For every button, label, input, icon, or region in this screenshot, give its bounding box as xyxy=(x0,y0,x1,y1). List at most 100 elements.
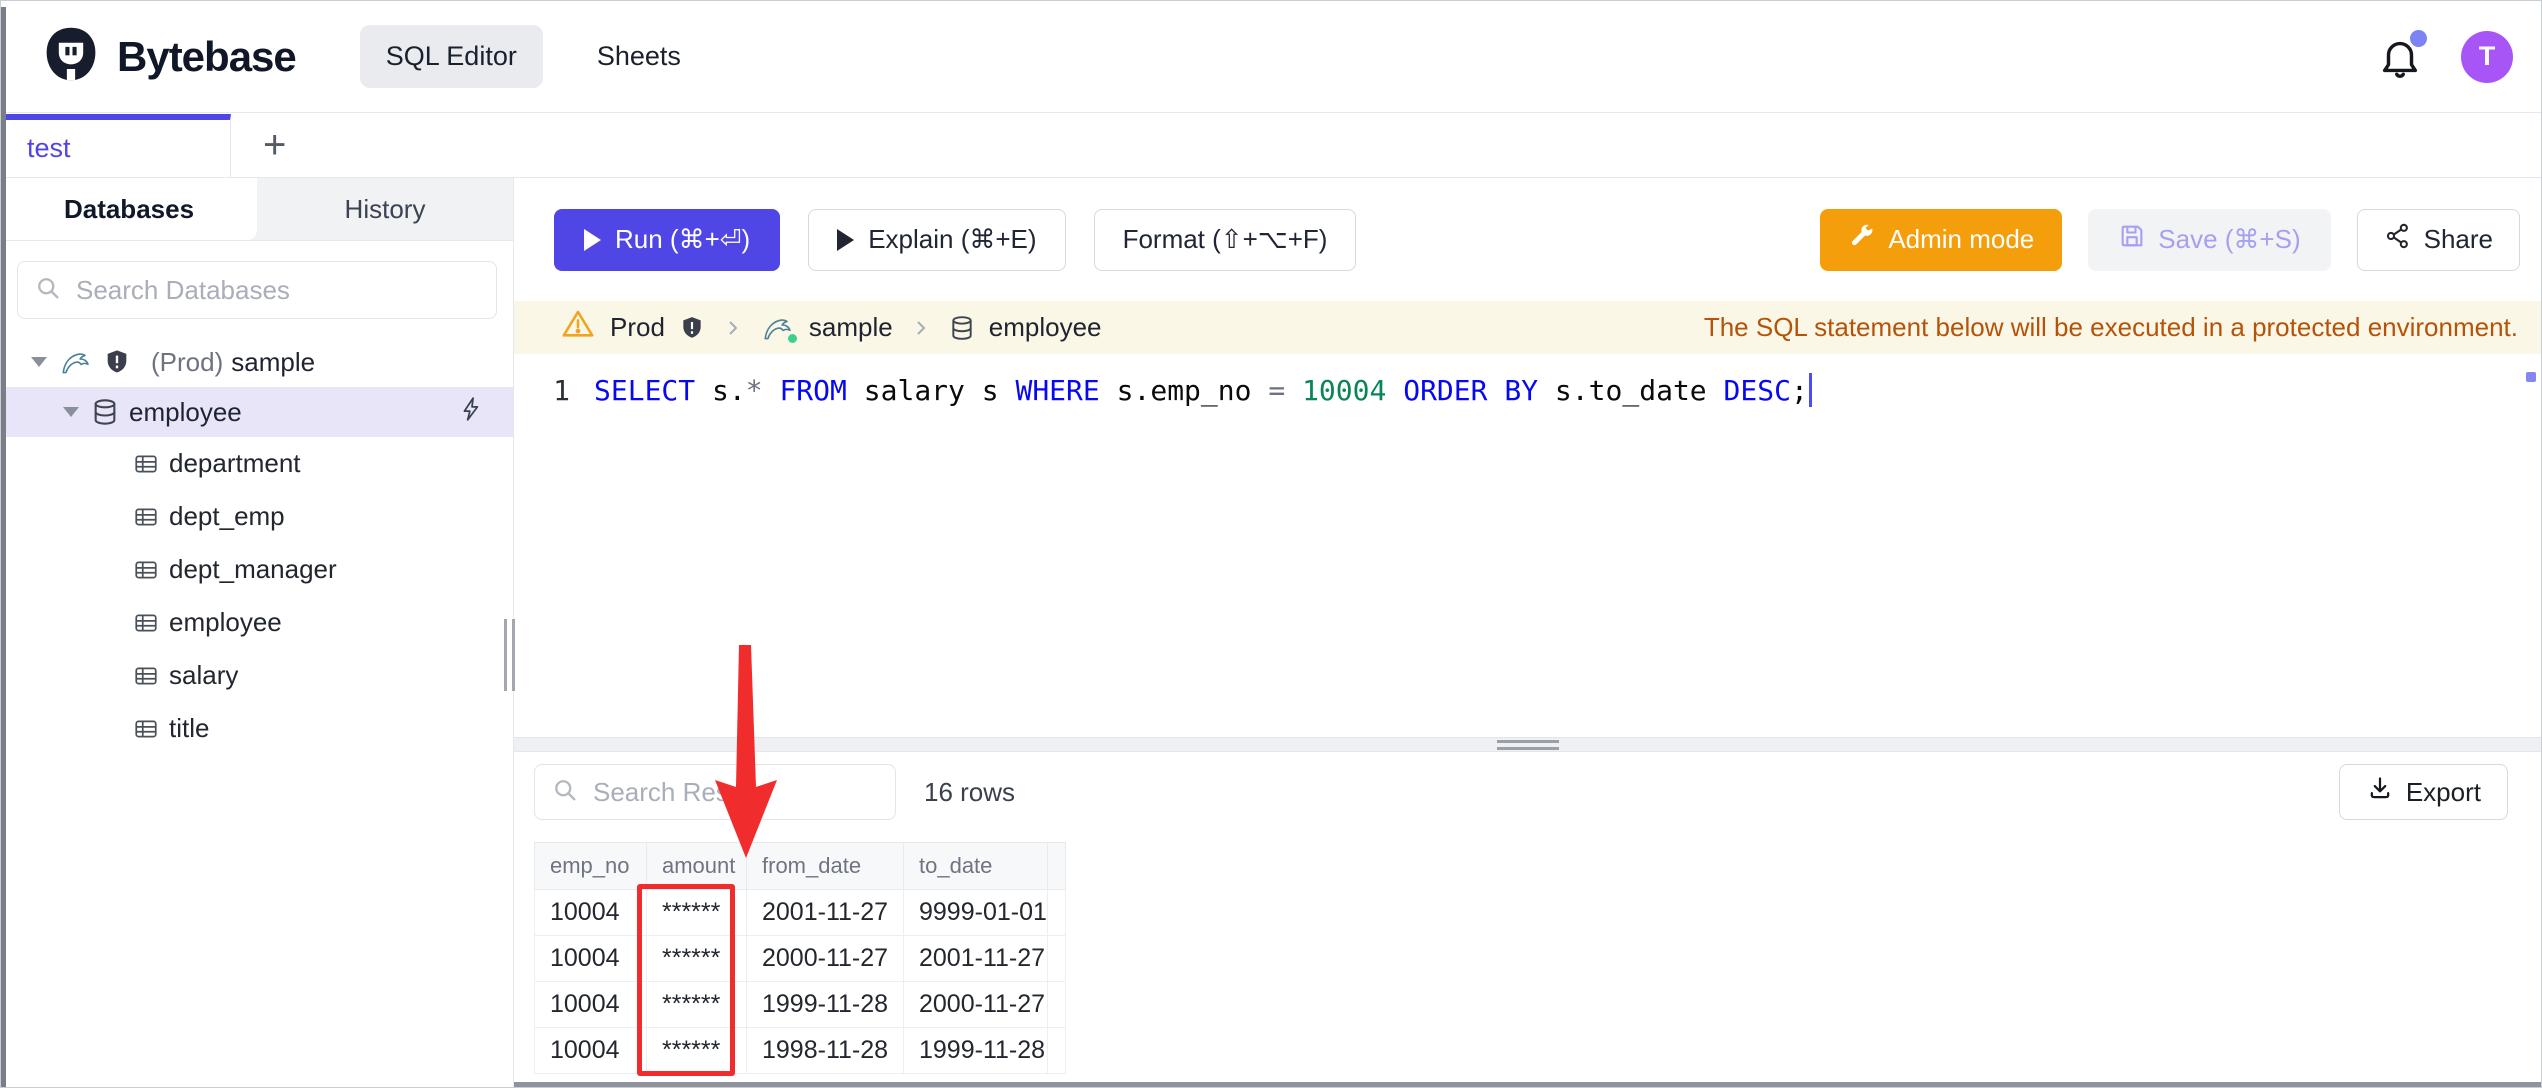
annotation-rectangle xyxy=(637,884,735,1076)
sidebar-tab-databases[interactable]: Databases xyxy=(1,178,257,240)
window-left-scrollbar[interactable] xyxy=(1,7,6,1087)
shield-icon xyxy=(103,348,131,376)
nav-tab-sheets[interactable]: Sheets xyxy=(571,25,707,88)
cell-filler xyxy=(1047,981,1066,1028)
table-icon xyxy=(133,504,159,530)
tree-item-table-title[interactable]: title xyxy=(1,702,513,755)
chevron-down-icon[interactable] xyxy=(63,407,79,417)
bell-icon xyxy=(2377,41,2423,84)
cell: 1999-11-28 xyxy=(746,981,904,1028)
mysql-icon xyxy=(761,313,799,345)
cell: 1999-11-28 xyxy=(903,1027,1048,1074)
notifications-button[interactable] xyxy=(2377,29,2427,80)
export-button[interactable]: Export xyxy=(2338,764,2508,820)
database-icon xyxy=(949,315,975,341)
table-icon xyxy=(133,451,159,477)
database-tree: (Prod) sample employee department dept_e… xyxy=(1,337,513,755)
schema-name: employee xyxy=(129,396,242,427)
header-right: T xyxy=(2377,29,2513,83)
cell: 2000-11-27 xyxy=(746,935,904,982)
play-icon xyxy=(837,228,855,251)
tree-item-schema-employee[interactable]: employee xyxy=(1,387,513,437)
table-row: 10004 ****** 1999-11-28 2000-11-27 xyxy=(534,981,1066,1028)
add-sheet-tab-button[interactable]: + xyxy=(231,114,286,177)
nav-tab-sql-editor[interactable]: SQL Editor xyxy=(359,25,543,88)
cell: 10004 xyxy=(534,981,647,1028)
cell: 10004 xyxy=(534,1027,647,1074)
table-chip[interactable]: employee xyxy=(989,312,1102,343)
admin-mode-button[interactable]: Admin mode xyxy=(1820,208,2063,271)
column-header-to-date: to_date xyxy=(903,842,1048,890)
save-icon xyxy=(2118,222,2146,257)
database-search-input[interactable] xyxy=(76,274,480,306)
results-table: emp_no amount from_date to_date 10004 **… xyxy=(534,842,1066,1074)
database-chip[interactable]: sample xyxy=(809,312,893,343)
results-toolbar: 16 rows Export xyxy=(514,752,2541,822)
table-icon xyxy=(133,716,159,742)
cell-filler xyxy=(1047,889,1066,936)
annotation-arrow xyxy=(715,645,777,858)
environment-label: (Prod) xyxy=(151,346,224,377)
table-icon xyxy=(133,663,159,689)
share-button[interactable]: Share xyxy=(2356,208,2520,271)
cell: 1998-11-28 xyxy=(746,1027,904,1074)
code-line: 1 SELECT s. * FROM salary s WHERE s.emp_n… xyxy=(514,370,2541,410)
bytebase-logo-icon xyxy=(41,24,101,89)
database-name: sample xyxy=(231,346,316,377)
cell: 2001-11-27 xyxy=(903,935,1048,982)
sidebar-tabs: Databases History xyxy=(1,178,513,241)
table-name: dept_emp xyxy=(169,501,285,531)
chevron-down-icon[interactable] xyxy=(31,357,47,367)
bytebase-logo[interactable]: Bytebase xyxy=(41,24,297,89)
table-name: department xyxy=(169,448,301,478)
cell: 9999-01-01 xyxy=(903,889,1048,936)
run-button[interactable]: Run (⌘+⏎) xyxy=(554,208,781,271)
cell-filler xyxy=(1047,1027,1066,1074)
panel-resize-handle[interactable] xyxy=(514,737,2541,752)
cell: 10004 xyxy=(534,889,647,936)
sql-code-editor[interactable]: 1 SELECT s. * FROM salary s WHERE s.emp_n… xyxy=(514,354,2541,737)
table-row: 10004 ****** 2000-11-27 2001-11-27 xyxy=(534,935,1066,982)
overview-ruler-marker xyxy=(2526,372,2536,382)
play-icon xyxy=(584,228,601,251)
tree-item-table-department[interactable]: department xyxy=(1,437,513,490)
connection-status-dot xyxy=(785,331,799,345)
tree-item-database-sample[interactable]: (Prod) sample xyxy=(1,337,513,387)
tree-item-table-salary[interactable]: salary xyxy=(1,649,513,702)
bolt-icon[interactable] xyxy=(459,396,485,429)
brand-name: Bytebase xyxy=(117,32,297,80)
environment-chip[interactable]: Prod xyxy=(610,312,665,343)
share-icon xyxy=(2384,222,2412,257)
row-count: 16 rows xyxy=(924,776,1016,807)
tree-item-table-employee[interactable]: employee xyxy=(1,596,513,649)
explain-button[interactable]: Explain (⌘+E) xyxy=(808,208,1066,271)
sheet-tab-bar: test + xyxy=(1,114,2541,178)
editor-toolbar: Run (⌘+⏎) Explain (⌘+E) Format (⇧+⌥+F) A… xyxy=(514,178,2541,301)
chevron-right-icon xyxy=(909,316,933,340)
sidebar-resize-handle[interactable] xyxy=(504,619,515,691)
cell: 2001-11-27 xyxy=(746,889,904,936)
sheet-tab-test[interactable]: test xyxy=(1,114,231,177)
cell-filler xyxy=(1047,935,1066,982)
connection-context-bar: Prod sample employee The SQL statement b… xyxy=(514,301,2541,354)
column-header-emp-no: emp_no xyxy=(534,842,647,890)
user-avatar[interactable]: T xyxy=(2461,30,2513,83)
table-row: 10004 ****** 2001-11-27 9999-01-01 xyxy=(534,889,1066,936)
warning-icon xyxy=(560,307,596,348)
sidebar: Databases History Search Databases (Prod… xyxy=(1,178,514,1087)
tree-item-table-dept-manager[interactable]: dept_manager xyxy=(1,543,513,596)
table-name: salary xyxy=(169,660,239,690)
format-button[interactable]: Format (⇧+⌥+F) xyxy=(1093,208,1357,271)
table-name: employee xyxy=(169,607,282,637)
table-name: title xyxy=(169,713,210,743)
horizontal-scrollbar[interactable] xyxy=(514,1082,2541,1087)
table-row: 10004 ****** 1998-11-28 1999-11-28 xyxy=(534,1027,1066,1074)
column-header-filler xyxy=(1047,842,1066,890)
search-icon xyxy=(551,776,579,809)
wrench-icon xyxy=(1848,222,1876,257)
sidebar-tab-history[interactable]: History xyxy=(257,178,513,240)
database-search xyxy=(17,261,497,319)
sql-statement: SELECT s. * FROM salary s WHERE s.emp_no … xyxy=(594,373,1812,407)
save-button[interactable]: Save (⌘+S) xyxy=(2088,208,2331,271)
tree-item-table-dept-emp[interactable]: dept_emp xyxy=(1,490,513,543)
